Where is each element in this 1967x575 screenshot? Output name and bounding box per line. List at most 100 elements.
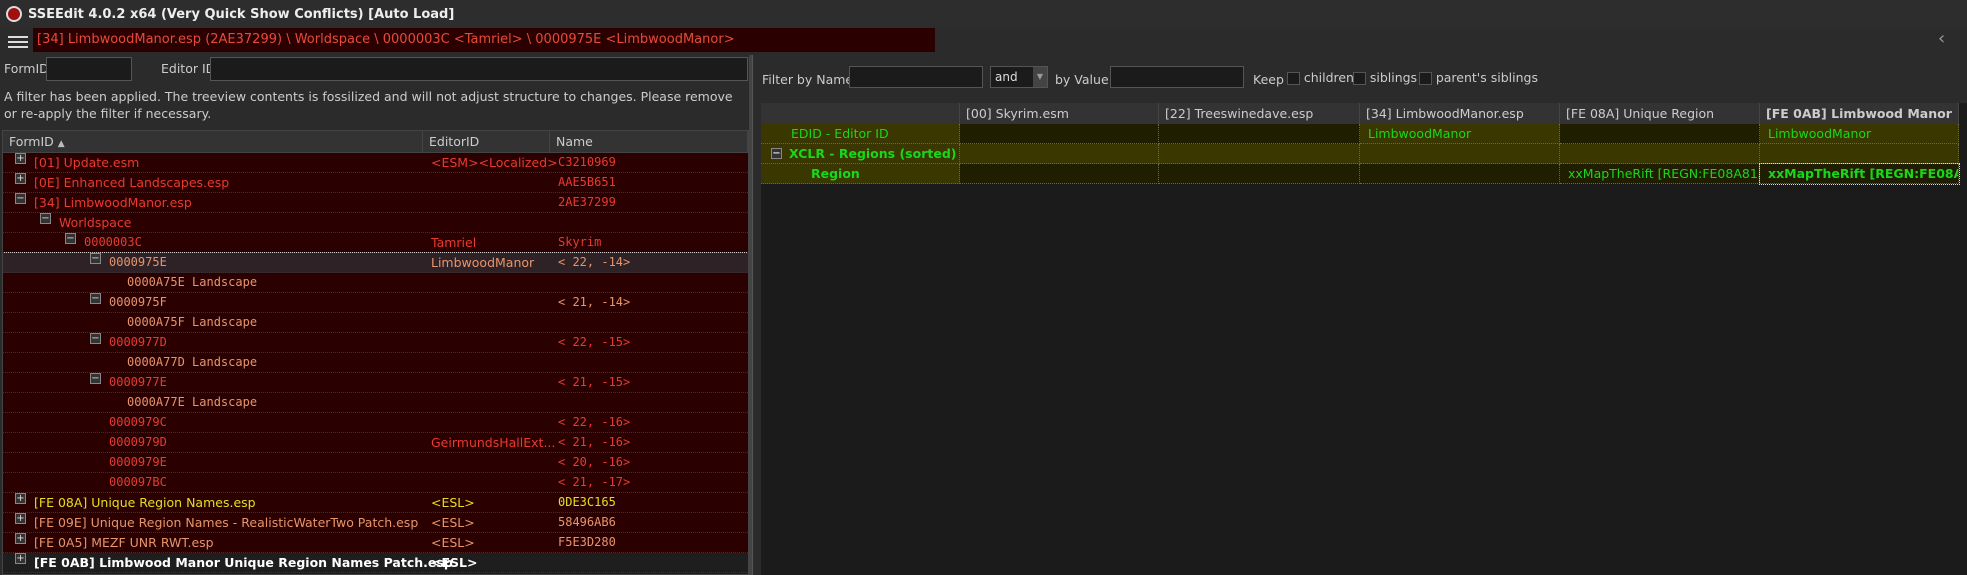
tree-formid: [01] Update.esm xyxy=(34,155,140,170)
collapse-icon[interactable]: − xyxy=(90,253,101,264)
grid-cell[interactable] xyxy=(1360,144,1560,164)
tree-row[interactable]: + [FE 0A5] MEZF UNR RWT.esp <ESL> F5E3D280 xyxy=(3,533,748,553)
expand-icon[interactable]: + xyxy=(15,173,26,184)
grid-cell[interactable] xyxy=(960,144,1159,164)
keep-siblings-checkbox[interactable]: siblings xyxy=(1353,70,1417,85)
row-label: Region xyxy=(811,166,860,181)
collapse-icon[interactable]: − xyxy=(90,293,101,304)
row-label: EDID - Editor ID xyxy=(791,126,889,141)
tree-row[interactable]: 0000A77E Landscape xyxy=(3,393,748,413)
tree-row[interactable]: 0000A75F Landscape xyxy=(3,313,748,333)
tree-name: 0DE3C165 xyxy=(558,495,616,509)
expand-icon[interactable]: + xyxy=(15,493,26,504)
keep-label: Keep xyxy=(1253,72,1284,87)
tree-row[interactable]: + [01] Update.esm <ESM><Localized> C3210969 xyxy=(3,153,748,173)
tree-editorid: <ESL> xyxy=(431,555,478,570)
collapse-icon[interactable]: − xyxy=(90,373,101,384)
expand-icon[interactable]: + xyxy=(15,533,26,544)
tree-editorid: Tamriel xyxy=(431,235,477,250)
expand-icon[interactable]: + xyxy=(15,513,26,524)
checkbox-icon xyxy=(1353,72,1366,85)
tree-row[interactable]: − Worldspace xyxy=(3,213,748,233)
tree-row[interactable]: −0000003C Tamriel Skyrim xyxy=(3,233,748,253)
tree-formid: [34] LimbwoodManor.esp xyxy=(34,195,192,210)
tree-row[interactable]: 0000A75E Landscape xyxy=(3,273,748,293)
column-label: FormID xyxy=(9,134,54,149)
keep-children-checkbox[interactable]: children xyxy=(1287,70,1354,85)
operator-value: and xyxy=(995,70,1018,84)
tree-formid: [FE 0AB] Limbwood Manor Unique Region Na… xyxy=(34,555,453,570)
grid-cell[interactable]: LimbwoodManor xyxy=(1360,124,1560,144)
tree-editorid: <ESM><Localized> xyxy=(431,155,558,170)
expand-icon[interactable]: + xyxy=(15,553,26,564)
tree-row[interactable]: −0000977D < 22, -15> xyxy=(3,333,748,353)
tree-name: AAE5B651 xyxy=(558,175,616,189)
filter-name-label: Filter by Name: xyxy=(762,72,858,87)
collapse-icon[interactable]: − xyxy=(40,213,51,224)
tree-row[interactable]: + [FE 0AB] Limbwood Manor Unique Region N… xyxy=(3,553,748,573)
tree-name: < 22, -14> xyxy=(558,255,631,269)
grid-cell[interactable]: xxMapTheRift [REGN:FE08A815] xyxy=(1560,164,1760,184)
tree-formid: 0000A75E Landscape xyxy=(127,275,258,289)
grid-row-label[interactable]: − XCLR - Regions (sorted) xyxy=(761,144,960,164)
grid-cell[interactable]: xxMapTheRift [REGN:FE08A815] xyxy=(1759,163,1960,185)
grid-cell[interactable] xyxy=(1159,144,1360,164)
tree-row[interactable]: −0000975E LimbwoodManor < 22, -14> xyxy=(3,252,748,274)
record-comparison-grid[interactable]: [00] Skyrim.esm [22] Treeswinedave.esp [34… xyxy=(761,103,1967,575)
tree-row[interactable]: −0000975F < 21, -14> xyxy=(3,293,748,313)
tree-row[interactable]: − [34] LimbwoodManor.esp 2AE37299 xyxy=(3,193,748,213)
tree-row[interactable]: 000097BC < 21, -17> xyxy=(3,473,748,493)
column-header-editorid[interactable]: EditorID xyxy=(423,131,550,153)
operator-select[interactable]: and ▼ xyxy=(990,66,1048,88)
collapse-icon[interactable]: − xyxy=(771,148,782,159)
grid-cell[interactable] xyxy=(1560,124,1760,144)
collapse-icon[interactable]: − xyxy=(90,333,101,344)
collapse-icon[interactable]: − xyxy=(15,193,26,204)
grid-cell[interactable] xyxy=(1760,144,1959,164)
grid-cell[interactable] xyxy=(1560,144,1760,164)
tree-row[interactable]: + [0E] Enhanced Landscapes.esp AAE5B651 xyxy=(3,173,748,193)
grid-column-header[interactable]: [34] LimbwoodManor.esp xyxy=(1360,103,1560,125)
tree-row[interactable]: −0000977E < 21, -15> xyxy=(3,373,748,393)
column-header-name[interactable]: Name xyxy=(550,131,748,153)
grid-cell[interactable] xyxy=(1159,164,1360,184)
grid-row-label[interactable]: Region xyxy=(761,164,960,184)
editorid-input[interactable] xyxy=(210,57,748,81)
filter-message: A filter has been applied. The treeview … xyxy=(4,89,733,121)
tree-row[interactable]: 0000979C < 22, -16> xyxy=(3,413,748,433)
tree-row[interactable]: 0000979E < 20, -16> xyxy=(3,453,748,473)
tree-formid: 0000003C xyxy=(84,235,142,249)
chevron-left-icon[interactable]: ‹ xyxy=(1938,28,1945,49)
expand-icon[interactable]: + xyxy=(15,153,26,164)
tree-row[interactable]: + [FE 09E] Unique Region Names - Realisti… xyxy=(3,513,748,533)
tree-formid: [FE 0A5] MEZF UNR RWT.esp xyxy=(34,535,214,550)
tree-row[interactable]: 0000979D GeirmundsHallExt... < 21, -16> xyxy=(3,433,748,453)
tree-formid: 0000979D xyxy=(109,435,167,449)
tree-row[interactable]: + [FE 08A] Unique Region Names.esp <ESL> 0D… xyxy=(3,493,748,513)
grid-column-header[interactable]: [FE 0AB] Limbwood Manor Uniq... xyxy=(1760,103,1959,143)
tree-editorid: <ESL> xyxy=(431,495,475,510)
tree-row[interactable]: 0000A77D Landscape xyxy=(3,353,748,373)
collapse-icon[interactable]: − xyxy=(65,233,76,244)
grid-column-header[interactable] xyxy=(761,103,960,125)
grid-cell[interactable] xyxy=(1360,164,1560,184)
grid-column-header[interactable]: [FE 08A] Unique Region Names.esp xyxy=(1560,103,1760,143)
grid-cell[interactable] xyxy=(1159,124,1360,144)
keep-parents-siblings-checkbox[interactable]: parent's siblings xyxy=(1419,70,1538,85)
grid-cell[interactable]: LimbwoodManor xyxy=(1760,124,1959,144)
grid-column-header[interactable]: [00] Skyrim.esm xyxy=(960,103,1159,125)
formid-label: FormID xyxy=(4,61,49,76)
record-tree[interactable]: FormID ▲ EditorID Name + [01] Update.esm <… xyxy=(2,130,749,575)
filter-name-input[interactable] xyxy=(849,66,983,88)
filter-value-input[interactable] xyxy=(1110,66,1244,88)
tree-name: C3210969 xyxy=(558,155,616,169)
column-header-formid[interactable]: FormID ▲ xyxy=(3,131,423,153)
grid-cell[interactable] xyxy=(960,124,1159,144)
grid-column-header[interactable]: [22] Treeswinedave.esp xyxy=(1159,103,1360,125)
formid-input[interactable] xyxy=(46,57,132,81)
menu-hamburger-icon[interactable] xyxy=(8,33,28,49)
tree-formid: 0000A77D Landscape xyxy=(127,355,258,369)
grid-cell[interactable] xyxy=(960,164,1159,184)
tree-formid: 0000979C xyxy=(109,415,167,429)
grid-row-label[interactable]: EDID - Editor ID xyxy=(761,124,960,144)
